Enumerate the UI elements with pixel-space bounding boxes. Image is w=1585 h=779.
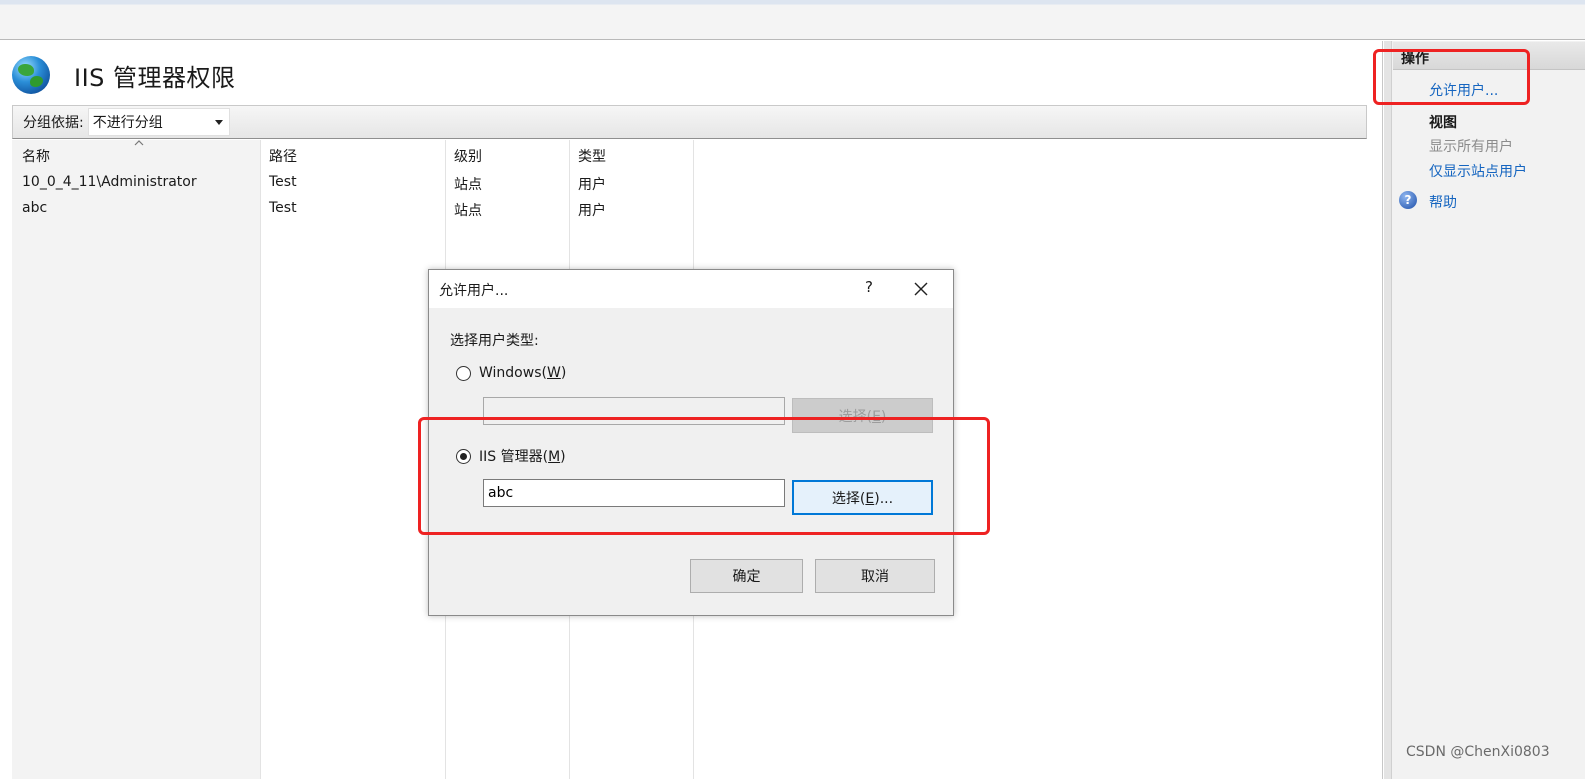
column-header-type[interactable]: 类型 (578, 146, 606, 166)
actions-header: 操作 (1393, 42, 1585, 70)
ok-button[interactable]: 确定 (690, 559, 803, 593)
table-row-cell[interactable]: 站点 (454, 174, 482, 194)
table-row-cell[interactable]: 用户 (578, 200, 606, 220)
windows-radio[interactable] (456, 365, 471, 381)
sort-ascending-icon (134, 140, 144, 146)
allow-user-link[interactable]: 允许用户... (1429, 80, 1498, 100)
column-header-level[interactable]: 级别 (454, 146, 482, 166)
chevron-down-icon (214, 120, 223, 125)
window-top-bar (0, 0, 1585, 40)
show-all-users-link: 显示所有用户 (1429, 139, 1513, 155)
table-row-cell[interactable]: 用户 (578, 174, 606, 194)
iis-manager-radio-row[interactable]: IIS 管理器(M) (456, 446, 566, 466)
group-by-label: 分组依据: (23, 115, 84, 131)
column-separator (260, 140, 261, 779)
table-row-cell[interactable]: abc (22, 200, 47, 216)
dialog-title: 允许用户... (439, 283, 509, 299)
group-by-selected-value: 不进行分组 (92, 115, 163, 131)
help-icon[interactable]: ? (1399, 191, 1417, 209)
close-icon[interactable] (910, 278, 932, 300)
group-by-bar: 分组依据: 不进行分组 (12, 105, 1367, 139)
table-row-cell[interactable]: 10_0_4_11\Administrator (22, 174, 197, 190)
help-link[interactable]: 帮助 (1429, 192, 1457, 212)
dialog-title-bar: 允许用户... ? (429, 270, 953, 308)
allow-user-dialog: 允许用户... ? 选择用户类型: Windows(W) 选择(E) IIS 管… (428, 269, 954, 616)
actions-pane-splitter[interactable] (1384, 41, 1392, 779)
view-heading: 视图 (1429, 115, 1457, 131)
actions-header-label: 操作 (1401, 51, 1429, 67)
windows-radio-row[interactable]: Windows(W) (456, 365, 566, 381)
iis-manager-radio[interactable] (456, 448, 471, 464)
group-by-select[interactable]: 不进行分组 (87, 108, 230, 136)
windows-select-button: 选择(E) (792, 398, 933, 433)
name-column-background (12, 140, 260, 779)
cancel-button[interactable]: 取消 (815, 559, 935, 593)
table-row-cell[interactable]: Test (269, 174, 297, 190)
windows-radio-label: Windows(W) (479, 365, 567, 381)
column-header-path[interactable]: 路径 (269, 146, 297, 166)
show-site-users-link[interactable]: 仅显示站点用户 (1429, 161, 1527, 181)
page-title: IIS 管理器权限 (74, 63, 236, 92)
iis-user-input[interactable] (483, 479, 785, 507)
watermark: CSDN @ChenXi0803 (1406, 744, 1550, 760)
iis-manager-radio-label: IIS 管理器(M) (479, 449, 566, 465)
windows-user-input (483, 397, 785, 425)
globe-icon (12, 56, 50, 94)
select-user-type-label: 选择用户类型: (450, 333, 539, 349)
help-button[interactable]: ? (859, 278, 879, 298)
page-header: IIS 管理器权限 (12, 55, 236, 95)
table-row-cell[interactable]: Test (269, 200, 297, 216)
table-row-cell[interactable]: 站点 (454, 200, 482, 220)
iis-select-button[interactable]: 选择(E)... (792, 480, 933, 515)
column-header-name[interactable]: 名称 (22, 146, 50, 166)
